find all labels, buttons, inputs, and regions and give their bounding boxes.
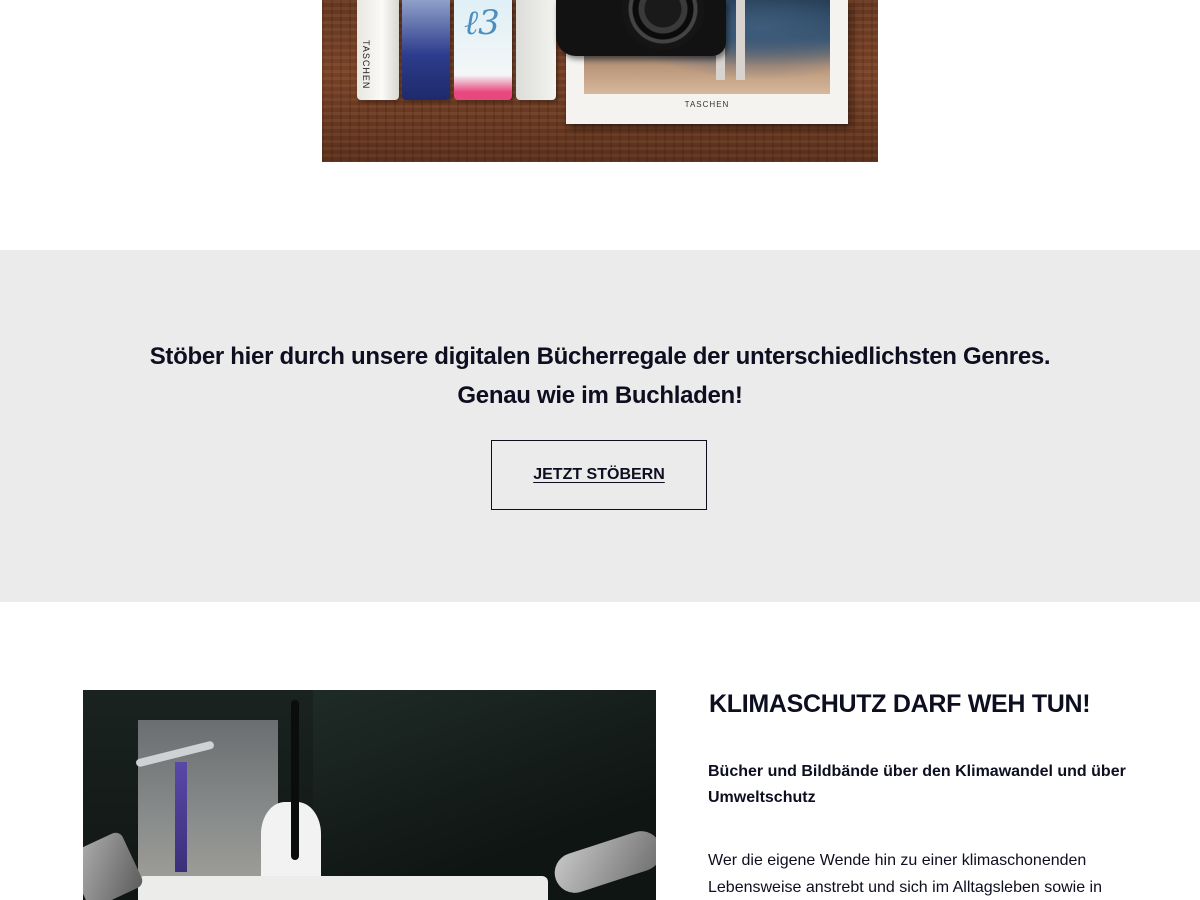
book-spine: TASCHEN <box>357 0 399 100</box>
book-cover-label: TASCHEN <box>684 100 730 109</box>
browse-cta-heading: Stöber hier durch unsere digitalen Büche… <box>0 337 1200 415</box>
book-spine <box>402 0 450 100</box>
book-spine: ℓ3 <box>454 0 512 100</box>
climate-protest-image <box>83 690 656 900</box>
climate-subtitle: Bücher und Bildbände über den Klimawande… <box>708 763 1126 806</box>
climate-title: KLIMASCHUTZ DARF WEH TUN! <box>709 690 1091 718</box>
image-strap <box>291 700 299 860</box>
browse-cta-section: Stöber hier durch unsere digitalen Büche… <box>0 250 1200 602</box>
camera <box>556 0 726 56</box>
browse-now-button[interactable]: JETZT STÖBERN <box>491 440 707 510</box>
camera-lens <box>622 0 704 50</box>
browse-cta-heading-line2: Genau wie im Buchladen! <box>457 382 743 409</box>
browse-cta-heading-line1: Stöber hier durch unsere digitalen Büche… <box>149 343 1051 370</box>
image-bike-frame <box>175 762 187 872</box>
book-spine-label: TASCHEN <box>361 40 371 90</box>
image-chrome-left <box>83 830 145 900</box>
book-spine-graphic: ℓ3 <box>464 3 500 43</box>
image-sign <box>138 876 548 900</box>
book-spine <box>516 0 556 100</box>
page: TASCHEN ℓ3 TASCHEN Stöber hier durch uns… <box>0 0 1200 900</box>
climate-body-text: Wer die eigene Wende hin zu einer klimas… <box>708 852 1103 896</box>
books-camera-image: TASCHEN ℓ3 TASCHEN <box>322 0 878 162</box>
